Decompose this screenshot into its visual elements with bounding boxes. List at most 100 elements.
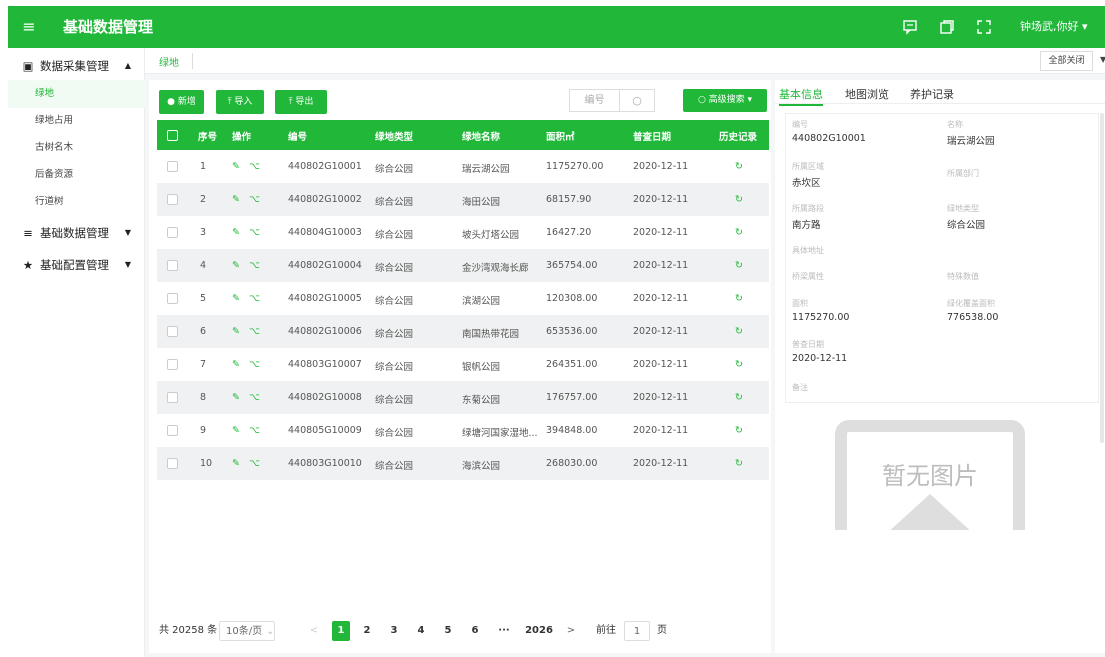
import-button[interactable]: ⤒ 导入 bbox=[216, 90, 264, 114]
edit-icon[interactable]: ✎ bbox=[232, 458, 240, 469]
delete-icon[interactable]: ⌥ bbox=[249, 161, 260, 172]
delete-icon[interactable]: ⌥ bbox=[249, 458, 260, 469]
delete-icon[interactable]: ⌥ bbox=[249, 227, 260, 238]
page-button[interactable]: 4 bbox=[412, 621, 430, 641]
prev-page-icon[interactable]: < bbox=[307, 621, 321, 641]
no-image-placeholder: 暂无图片 bbox=[835, 420, 1025, 530]
tab-greenland[interactable]: 绿地 bbox=[159, 54, 179, 69]
row-checkbox[interactable] bbox=[167, 458, 178, 469]
page-button[interactable]: 6 bbox=[466, 621, 484, 641]
table-row[interactable]: 10 ✎ ⌥ 440803G10010 综合公园 海滨公园 268030.00 … bbox=[157, 447, 769, 480]
page-button[interactable]: 2 bbox=[358, 621, 376, 641]
add-button[interactable]: ● 新增 bbox=[159, 90, 204, 114]
select-all-checkbox[interactable] bbox=[167, 130, 178, 141]
delete-icon[interactable]: ⌥ bbox=[249, 359, 260, 370]
edit-icon[interactable]: ✎ bbox=[232, 260, 240, 271]
close-all-button[interactable]: 全部关闭 bbox=[1040, 51, 1093, 71]
row-checkbox[interactable] bbox=[167, 293, 178, 304]
page-button[interactable]: 5 bbox=[439, 621, 457, 641]
table-row[interactable]: 5 ✎ ⌥ 440802G10005 综合公园 滨湖公园 120308.00 2… bbox=[157, 282, 769, 315]
history-icon[interactable]: ↻ bbox=[735, 392, 743, 403]
delete-icon[interactable]: ⌥ bbox=[249, 293, 260, 304]
edit-icon[interactable]: ✎ bbox=[232, 425, 240, 436]
history-icon[interactable]: ↻ bbox=[735, 227, 743, 238]
edit-icon[interactable]: ✎ bbox=[232, 326, 240, 337]
delete-icon[interactable]: ⌥ bbox=[249, 392, 260, 403]
field-district: 所属区域 赤坎区 bbox=[792, 162, 824, 189]
edit-icon[interactable]: ✎ bbox=[232, 392, 240, 403]
tab-maintenance-records[interactable]: 养护记录 bbox=[910, 86, 954, 102]
cell-name: 绿塘河国家湿地... bbox=[462, 428, 538, 439]
history-icon[interactable]: ↻ bbox=[735, 194, 743, 205]
message-icon[interactable] bbox=[901, 18, 919, 36]
table-row[interactable]: 2 ✎ ⌥ 440802G10002 综合公园 海田公园 68157.90 20… bbox=[157, 183, 769, 216]
top-bar: ≡ 基础数据管理 钟场武,你好 ▾ bbox=[8, 6, 1105, 48]
sidebar-item-street-trees[interactable]: 行道树 bbox=[8, 188, 145, 216]
row-checkbox[interactable] bbox=[167, 260, 178, 271]
sidebar-item-ancient-trees[interactable]: 古树名木 bbox=[8, 134, 145, 162]
goto-page-input[interactable]: 1 bbox=[624, 621, 650, 641]
row-checkbox[interactable] bbox=[167, 194, 178, 205]
page-size-select[interactable]: 10条/页 ⌄ bbox=[219, 621, 275, 641]
row-checkbox[interactable] bbox=[167, 392, 178, 403]
history-icon[interactable]: ↻ bbox=[735, 425, 743, 436]
export-button[interactable]: ⤒ 导出 bbox=[275, 90, 327, 114]
search-input[interactable]: 编号 bbox=[569, 89, 619, 112]
sidebar-item-reserve-resources[interactable]: 后备资源 bbox=[8, 161, 145, 189]
cell-type: 综合公园 bbox=[375, 461, 414, 472]
sidebar-group-basic-data[interactable]: ≡ 基础数据管理 ▼ bbox=[8, 219, 145, 247]
search-icon[interactable]: ○ bbox=[619, 89, 655, 112]
row-checkbox[interactable] bbox=[167, 161, 178, 172]
delete-icon[interactable]: ⌥ bbox=[249, 260, 260, 271]
history-icon[interactable]: ↻ bbox=[735, 161, 743, 172]
row-checkbox[interactable] bbox=[167, 326, 178, 337]
scrollbar[interactable] bbox=[1100, 113, 1104, 443]
delete-icon[interactable]: ⌥ bbox=[249, 425, 260, 436]
table-row[interactable]: 1 ✎ ⌥ 440802G10001 综合公园 瑞云湖公园 1175270.00… bbox=[157, 150, 769, 183]
cell-area: 176757.00 bbox=[546, 392, 598, 403]
row-checkbox[interactable] bbox=[167, 227, 178, 238]
sidebar-item-greenland[interactable]: 绿地 bbox=[8, 80, 145, 108]
edit-icon[interactable]: ✎ bbox=[232, 161, 240, 172]
history-icon[interactable]: ↻ bbox=[735, 326, 743, 337]
tab-map-view[interactable]: 地图浏览 bbox=[845, 86, 889, 102]
delete-icon[interactable]: ⌥ bbox=[249, 326, 260, 337]
sidebar-item-greenland-occupancy[interactable]: 绿地占用 bbox=[8, 107, 145, 135]
row-index: 2 bbox=[200, 194, 207, 205]
sidebar-group-basic-config[interactable]: ★ 基础配置管理 ▼ bbox=[8, 251, 145, 279]
cell-type: 综合公园 bbox=[375, 230, 414, 241]
table-row[interactable]: 9 ✎ ⌥ 440805G10009 综合公园 绿塘河国家湿地... 39484… bbox=[157, 414, 769, 447]
next-page-icon[interactable]: > bbox=[564, 621, 578, 641]
user-menu[interactable]: 钟场武,你好 ▾ bbox=[1020, 18, 1088, 36]
history-icon[interactable]: ↻ bbox=[735, 359, 743, 370]
edit-icon[interactable]: ✎ bbox=[232, 293, 240, 304]
page-button[interactable]: 1 bbox=[332, 621, 350, 641]
advanced-search-button[interactable]: ○ 高级搜索 ▾ bbox=[683, 89, 767, 112]
tabs-bar: 绿地 全部关闭 ▼ bbox=[145, 48, 1105, 74]
edit-icon[interactable]: ✎ bbox=[232, 194, 240, 205]
row-checkbox[interactable] bbox=[167, 359, 178, 370]
page-button[interactable]: 2026 bbox=[524, 621, 554, 641]
history-icon[interactable]: ↻ bbox=[735, 458, 743, 469]
row-index: 9 bbox=[200, 425, 207, 436]
table-row[interactable]: 4 ✎ ⌥ 440802G10004 综合公园 金沙湾观海长廊 365754.0… bbox=[157, 249, 769, 282]
page-button[interactable]: 3 bbox=[385, 621, 403, 641]
table-row[interactable]: 3 ✎ ⌥ 440804G10003 综合公园 坡头灯塔公园 16427.20 … bbox=[157, 216, 769, 249]
edit-icon[interactable]: ✎ bbox=[232, 359, 240, 370]
page-ellipsis[interactable]: ··· bbox=[493, 621, 515, 641]
fullscreen-icon[interactable] bbox=[975, 18, 993, 36]
sidebar-group-data-collection[interactable]: ▣ 数据采集管理 ▲ bbox=[8, 52, 145, 80]
table-row[interactable]: 8 ✎ ⌥ 440802G10008 综合公园 东菊公园 176757.00 2… bbox=[157, 381, 769, 414]
row-checkbox[interactable] bbox=[167, 425, 178, 436]
edit-icon[interactable]: ✎ bbox=[232, 227, 240, 238]
copy-window-icon[interactable] bbox=[938, 18, 956, 36]
cell-area: 68157.90 bbox=[546, 194, 592, 205]
table-row[interactable]: 7 ✎ ⌥ 440803G10007 综合公园 银帆公园 264351.00 2… bbox=[157, 348, 769, 381]
app-title: 基础数据管理 bbox=[63, 18, 154, 36]
delete-icon[interactable]: ⌥ bbox=[249, 194, 260, 205]
history-icon[interactable]: ↻ bbox=[735, 260, 743, 271]
hamburger-menu-icon[interactable]: ≡ bbox=[18, 16, 40, 38]
history-icon[interactable]: ↻ bbox=[735, 293, 743, 304]
chevron-down-icon[interactable]: ▼ bbox=[1100, 55, 1105, 64]
table-row[interactable]: 6 ✎ ⌥ 440802G10006 综合公园 南国热带花园 653536.00… bbox=[157, 315, 769, 348]
